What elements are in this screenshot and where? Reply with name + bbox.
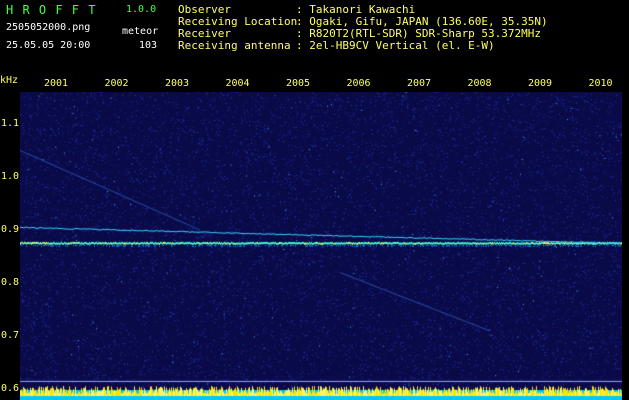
unit-label: kHz <box>0 75 19 86</box>
time-label: 2002 <box>104 78 129 89</box>
freq-label: 0.6 <box>1 383 20 395</box>
time-label: 2008 <box>467 78 492 89</box>
freq-axis: 1.1 1.0 0.9 0.8 0.7 0.6 <box>0 92 20 400</box>
time-label: 2004 <box>225 78 250 89</box>
datetime-label: 25.05.05 20:00 <box>6 40 91 51</box>
spectrogram-canvas[interactable] <box>20 92 622 400</box>
filename-label: 2505052000.png <box>6 22 91 33</box>
time-label: 2006 <box>346 78 371 89</box>
time-label: 2009 <box>528 78 553 89</box>
mode-label: meteor <box>122 26 159 37</box>
app-title: H R O F F T <box>6 3 97 17</box>
antenna-label: Receiving antenna <box>178 39 291 52</box>
time-label: 2003 <box>165 78 190 89</box>
version-label: 1.0.0 <box>126 4 157 15</box>
freq-label: 0.9 <box>1 224 20 236</box>
time-label: 2001 <box>44 78 69 89</box>
freq-label: 1.1 <box>1 117 20 129</box>
time-label: 2007 <box>407 78 432 89</box>
time-axis: 2001 2002 2003 2004 2005 2006 2007 2008 2009 2010 <box>20 78 622 92</box>
time-label: 2010 <box>588 78 613 89</box>
freq-label: 1.0 <box>1 170 20 182</box>
time-label: 2005 <box>286 78 311 89</box>
antenna-value: : 2el-HB9CV Vertical (el. E-W) <box>296 39 495 52</box>
freq-label: 0.7 <box>1 330 20 342</box>
freq-label: 0.8 <box>1 277 20 289</box>
count-label: 103 <box>139 40 158 51</box>
